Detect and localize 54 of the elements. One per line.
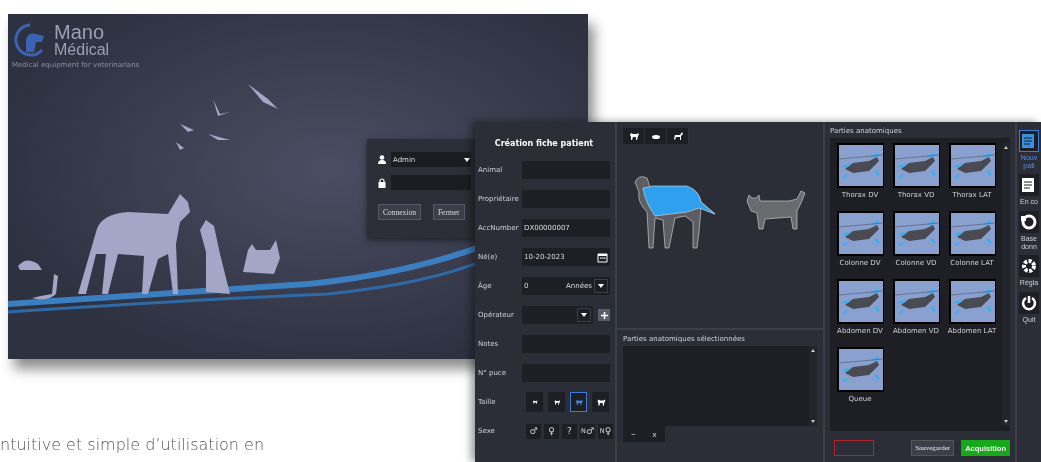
scroll-up-icon	[811, 349, 815, 352]
species-tab[interactable]	[623, 128, 645, 144]
caret-icon	[580, 311, 588, 319]
lock-icon	[378, 177, 386, 188]
caret-icon	[597, 282, 605, 290]
size-option[interactable]	[548, 392, 565, 412]
horse-icon	[671, 131, 684, 141]
xray-thumbnail[interactable]	[836, 347, 884, 392]
form-title: Création fiche patient	[493, 139, 595, 148]
calendar-icon	[597, 251, 608, 263]
plus-icon	[600, 311, 608, 319]
power-icon	[1020, 294, 1038, 313]
xray-thumbnail[interactable]	[948, 143, 996, 188]
animal-xray-drawing	[838, 145, 883, 186]
logo-title: Mano	[54, 22, 106, 42]
animal-xray-drawing	[838, 213, 883, 254]
sex-option[interactable]: ?	[562, 423, 577, 439]
sex-option[interactable]: ♀	[544, 423, 559, 439]
list-button[interactable]: −	[623, 426, 644, 442]
xray-thumbnail[interactable]	[892, 143, 940, 188]
animal-xray-drawing	[950, 145, 995, 186]
xray-thumbnail[interactable]	[836, 211, 884, 256]
scrollbar[interactable]	[1002, 143, 1010, 426]
dog-icon	[627, 131, 640, 141]
size-option[interactable]	[592, 392, 609, 412]
dropdown-button[interactable]	[594, 279, 608, 293]
species-tab[interactable]	[667, 128, 689, 144]
animal-xray-drawing	[894, 145, 939, 186]
logo-subtitle: Médical	[54, 42, 110, 58]
marketing-text: ntuitive et simple d’utilisation en	[0, 435, 265, 454]
xray-thumbnail[interactable]	[948, 211, 996, 256]
animal-xray-drawing	[950, 213, 995, 254]
scroll-down-icon	[811, 420, 815, 423]
animal-xray-drawing	[950, 281, 995, 322]
xray-thumbnail[interactable]	[836, 143, 884, 188]
animal-xray-drawing	[894, 213, 939, 254]
caret-icon	[463, 155, 471, 164]
sex-option[interactable]: ♂	[526, 423, 541, 439]
xray-thumbnail[interactable]	[836, 279, 884, 324]
add-button[interactable]	[598, 309, 610, 321]
scroll-down-icon	[1004, 420, 1008, 423]
list-button[interactable]: x	[644, 426, 665, 442]
scroll-up-icon	[1004, 146, 1008, 149]
scrollbar[interactable]	[809, 346, 817, 426]
xray-thumbnail[interactable]	[948, 279, 996, 324]
species-tab[interactable]	[645, 128, 667, 144]
animal-xray-drawing	[838, 349, 883, 390]
animal-xray-drawing	[838, 281, 883, 322]
xray-thumbnail[interactable]	[892, 279, 940, 324]
xray-thumbnail[interactable]	[892, 211, 940, 256]
animal-xray-drawing	[894, 281, 939, 322]
size-option[interactable]	[526, 392, 543, 412]
password-field[interactable]	[391, 175, 471, 190]
user-icon	[378, 155, 386, 164]
